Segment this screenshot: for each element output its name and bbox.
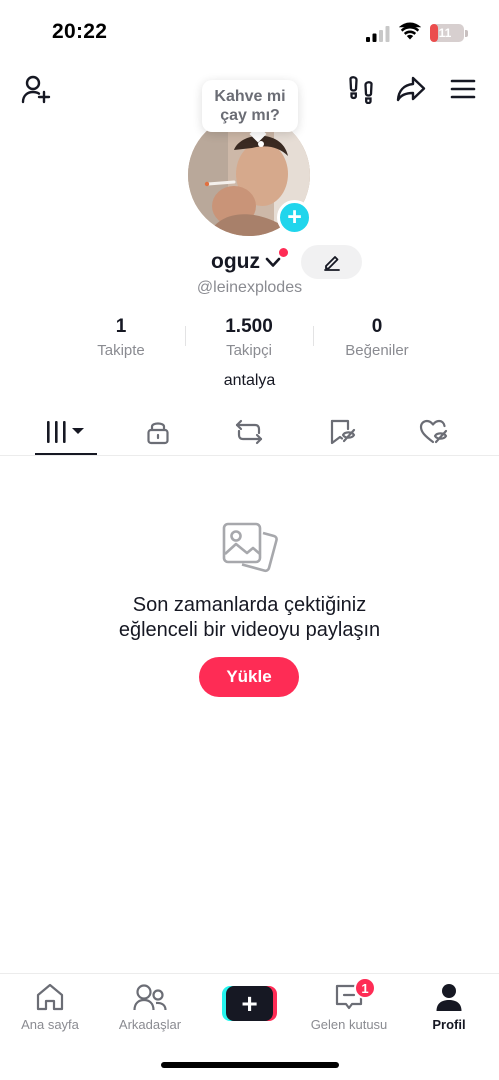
nav-friends-label: Arkadaşlar <box>118 1017 182 1032</box>
status-time: 20:22 <box>52 20 108 43</box>
stat-followers[interactable]: 1.500 Takipçi <box>194 316 304 359</box>
lock-icon <box>147 422 169 445</box>
home-indicator <box>161 1062 339 1068</box>
pencil-icon <box>323 256 340 271</box>
stat-following[interactable]: 1 Takipte <box>66 316 176 359</box>
repost-icon <box>235 419 263 445</box>
tab-liked[interactable] <box>403 408 465 456</box>
add-story-button[interactable]: + <box>277 200 312 235</box>
stat-divider <box>185 326 186 346</box>
stat-likes[interactable]: 0 Beğeniler <box>322 316 432 359</box>
liked-icon <box>419 419 448 444</box>
tab-videos[interactable] <box>35 408 97 456</box>
home-icon <box>36 983 64 1011</box>
nav-create[interactable]: + <box>200 974 300 1036</box>
create-plus-icon: + <box>226 986 273 1021</box>
note-bubble-dot <box>258 141 264 147</box>
profile-views-button[interactable] <box>344 72 378 106</box>
create-button[interactable]: + <box>222 986 277 1021</box>
stat-divider <box>313 326 314 346</box>
likes-count: 0 <box>371 316 383 337</box>
notification-dot <box>279 248 288 257</box>
menu-icon <box>450 79 476 99</box>
note-line-2: çay mı? <box>220 107 280 124</box>
nav-friends[interactable]: Arkadaşlar <box>100 974 200 1036</box>
profile-stats: 1 Takipte 1.500 Takipçi 0 Beğeniler <box>0 316 499 366</box>
plus-icon: + <box>287 203 302 231</box>
battery-level: 11 <box>438 26 452 40</box>
friends-icon <box>133 984 167 1011</box>
battery-cap <box>465 30 468 37</box>
empty-state-line-2: eğlenceli bir videoyu paylaşın <box>118 619 381 641</box>
menu-button[interactable] <box>446 72 480 106</box>
cellular-signal-icon <box>366 26 390 42</box>
tab-favorites[interactable] <box>311 408 373 456</box>
nav-home-label: Ana sayfa <box>21 1017 79 1032</box>
nav-inbox-label: Gelen kutusu <box>310 1017 388 1032</box>
note-line-1: Kahve mi <box>214 88 286 105</box>
edit-profile-button[interactable] <box>301 245 362 279</box>
add-friend-icon <box>21 75 51 104</box>
username-row: oguz <box>0 248 499 278</box>
nav-inbox[interactable]: Gelen kutusu <box>299 974 399 1036</box>
wifi-icon <box>399 22 421 40</box>
following-count: 1 <box>115 316 127 337</box>
likes-label: Beğeniler <box>345 342 409 359</box>
empty-state-message: Son zamanlarda çektiğiniz eğlenceli bir … <box>0 593 499 643</box>
nav-home[interactable]: Ana sayfa <box>0 974 100 1036</box>
chevron-down-icon[interactable] <box>265 257 281 268</box>
share-icon <box>396 76 426 102</box>
tab-private[interactable] <box>127 408 189 456</box>
note-bubble[interactable]: Kahve mi çay mı? <box>202 80 298 132</box>
upload-button[interactable]: Yükle <box>199 657 299 697</box>
followers-label: Takipçi <box>226 342 272 359</box>
tab-reposts[interactable] <box>218 408 280 456</box>
battery-indicator: 11 <box>430 24 464 42</box>
bio-text: antalya <box>223 372 276 389</box>
add-friend-button[interactable] <box>18 72 54 106</box>
photo-placeholder-icon <box>222 522 278 573</box>
empty-state-line-1: Son zamanlarda çektiğiniz <box>132 594 367 616</box>
username[interactable]: oguz <box>211 250 260 274</box>
videos-grid-icon <box>47 421 84 443</box>
followers-count: 1.500 <box>225 316 273 337</box>
profile-icon <box>436 984 462 1011</box>
user-handle: @leinexplodes <box>196 279 303 296</box>
content-tabs <box>0 408 499 456</box>
nav-profile[interactable]: Profil <box>399 974 499 1036</box>
nav-profile-label: Profil <box>432 1017 466 1032</box>
following-label: Takipte <box>97 342 145 359</box>
status-bar: 20:22 11 <box>0 0 499 62</box>
inbox-badge: 1 <box>354 977 376 999</box>
share-profile-button[interactable] <box>394 72 428 106</box>
favorites-icon <box>330 419 356 445</box>
footprints-icon <box>349 76 373 104</box>
active-tab-indicator <box>35 453 97 455</box>
